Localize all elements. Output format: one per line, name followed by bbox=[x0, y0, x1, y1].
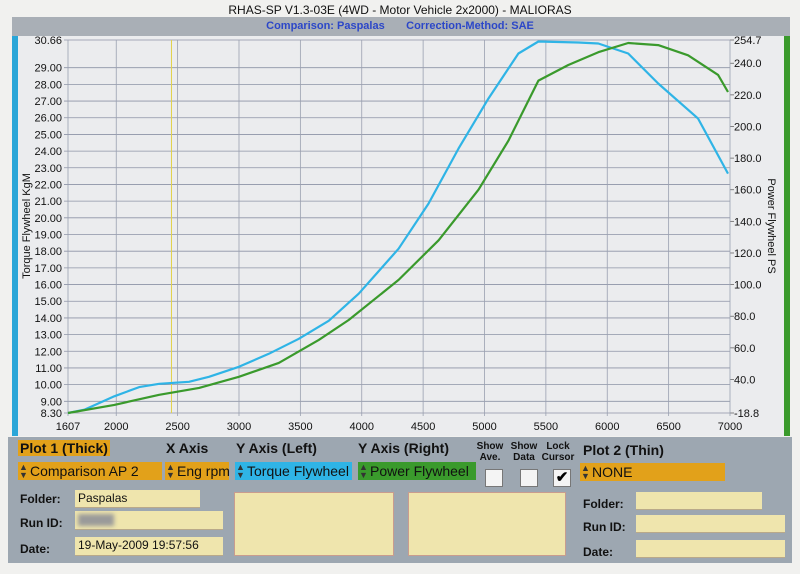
updown-arrows-icon: ▲ ▼ bbox=[359, 462, 368, 480]
x-tick-label: 4500 bbox=[411, 421, 435, 433]
plot1-date-label: Date: bbox=[20, 542, 51, 556]
y-tick-label: 18.00 bbox=[34, 246, 62, 258]
show-ave-checkbox[interactable] bbox=[485, 469, 503, 487]
y2-tick-label: 80.0 bbox=[734, 311, 755, 323]
power-series-line bbox=[67, 41, 729, 415]
plot1-date-field[interactable]: 19-May-2009 19:57:56 bbox=[75, 537, 223, 556]
y2-tick-label: 120.0 bbox=[734, 248, 762, 260]
plot2-runid-field[interactable] bbox=[636, 515, 785, 533]
y2-axis-title: Power Flywheel PS bbox=[765, 178, 777, 273]
y-tick-label: 25.00 bbox=[34, 129, 62, 141]
x-tick-label: 6500 bbox=[656, 421, 680, 433]
y-tick-label: 21.00 bbox=[34, 196, 62, 208]
x-tick-label: 2500 bbox=[165, 421, 189, 433]
x-axis-select[interactable]: ▲ ▼ Eng rpm bbox=[165, 462, 229, 480]
plot2-folder-field[interactable] bbox=[636, 492, 762, 510]
y-axis-right-select-value: Power Flywheel bbox=[370, 463, 469, 479]
y2-tick-label: 220.0 bbox=[734, 90, 762, 102]
y2-tick-label: 240.0 bbox=[734, 58, 762, 70]
y-tick-label: 13.00 bbox=[34, 330, 62, 342]
torque-series-line bbox=[67, 40, 729, 415]
right-axis-info-box bbox=[408, 492, 566, 556]
y-tick-label: 14.00 bbox=[34, 313, 62, 325]
x-tick-label: 1607 bbox=[56, 421, 80, 433]
x-tick-label: 4000 bbox=[350, 421, 374, 433]
plot1-folder-field[interactable]: Paspalas bbox=[75, 490, 200, 508]
y-tick-label: 27.00 bbox=[34, 96, 62, 108]
y2-tick-label: 200.0 bbox=[734, 121, 762, 133]
plot2-folder-label: Folder: bbox=[583, 497, 624, 511]
y2-tick-label: 254.7 bbox=[734, 35, 762, 47]
x-tick-label: 3500 bbox=[288, 421, 312, 433]
y-axis-left-select-value: Torque Flywheel bbox=[247, 463, 349, 479]
y-axis-title: Torque Flywheel KgM bbox=[21, 173, 33, 279]
y-axis-right-heading: Y Axis (Right) bbox=[358, 440, 450, 456]
plot2-select[interactable]: ▲ ▼ NONE bbox=[580, 463, 725, 481]
show-data-label: Show Data bbox=[510, 441, 538, 463]
y-tick-label: 19.00 bbox=[34, 230, 62, 242]
plot2-date-field[interactable] bbox=[636, 540, 785, 558]
updown-arrows-icon: ▲ ▼ bbox=[19, 462, 28, 480]
y2-tick-label: 180.0 bbox=[734, 153, 762, 165]
x-tick-label: 2000 bbox=[104, 421, 128, 433]
y2-tick-label: 40.0 bbox=[734, 374, 755, 386]
plot2-runid-label: Run ID: bbox=[583, 520, 626, 534]
y-tick-label: 28.00 bbox=[34, 79, 62, 91]
y-tick-label: 15.00 bbox=[34, 296, 62, 308]
show-ave-label: Show Ave. bbox=[476, 441, 504, 463]
x-axis-heading: X Axis bbox=[166, 440, 209, 456]
y2-tick-label: 140.0 bbox=[734, 216, 762, 228]
y-tick-label: 24.00 bbox=[34, 146, 62, 158]
y-tick-label: 16.00 bbox=[34, 280, 62, 292]
plot1-heading: Plot 1 (Thick) bbox=[18, 440, 110, 456]
x-tick-label: 3000 bbox=[227, 421, 251, 433]
y2-tick-label: 160.0 bbox=[734, 185, 762, 197]
x-tick-label: 6000 bbox=[595, 421, 619, 433]
y-tick-label: 23.00 bbox=[34, 163, 62, 175]
x-tick-label: 7000 bbox=[718, 421, 742, 433]
y-tick-label: 9.00 bbox=[41, 396, 62, 408]
plot1-folder-label: Folder: bbox=[20, 492, 61, 506]
y-tick-label: 11.00 bbox=[35, 363, 62, 375]
y-tick-label: 10.00 bbox=[34, 380, 62, 392]
plot1-runid-label: Run ID: bbox=[20, 516, 63, 530]
y2-tick-label: -18.8 bbox=[734, 408, 759, 420]
updown-arrows-icon: ▲ ▼ bbox=[581, 463, 590, 481]
plot1-runid-field[interactable] bbox=[75, 511, 223, 530]
plot1-select-value: Comparison AP 2 bbox=[30, 463, 139, 479]
y-tick-label: 8.30 bbox=[41, 408, 62, 420]
lock-cursor-checkbox[interactable]: ✔ bbox=[553, 469, 571, 487]
x-axis-select-value: Eng rpm bbox=[177, 463, 229, 479]
y2-tick-label: 60.0 bbox=[734, 343, 755, 355]
show-data-checkbox[interactable] bbox=[520, 469, 538, 487]
y-tick-label: 17.00 bbox=[34, 263, 62, 275]
plot2-heading: Plot 2 (Thin) bbox=[583, 442, 664, 458]
y-tick-label: 26.00 bbox=[34, 113, 62, 125]
plot1-select[interactable]: ▲ ▼ Comparison AP 2 bbox=[18, 462, 162, 480]
y-axis-right-select[interactable]: ▲ ▼ Power Flywheel bbox=[358, 462, 476, 480]
dyno-chart[interactable]: 30.66 29.00 28.00 27.00 26.00 25.00 24.00 23.00… bbox=[0, 0, 800, 440]
plot2-select-value: NONE bbox=[592, 464, 633, 480]
y-tick-label: 20.00 bbox=[34, 213, 62, 225]
y2-tick-label: 100.0 bbox=[734, 280, 762, 292]
x-tick-label: 5500 bbox=[534, 421, 558, 433]
x-tick-label: 5000 bbox=[472, 421, 496, 433]
plot2-date-label: Date: bbox=[583, 545, 614, 559]
y-tick-label: 29.00 bbox=[34, 63, 62, 75]
updown-arrows-icon: ▲ ▼ bbox=[236, 462, 245, 480]
left-axis-info-box bbox=[234, 492, 394, 556]
y-tick-label: 22.00 bbox=[34, 179, 62, 191]
y-tick-label: 30.66 bbox=[34, 35, 62, 47]
y-tick-label: 12.00 bbox=[34, 346, 62, 358]
lock-cursor-label: Lock Cursor bbox=[541, 441, 575, 463]
y-axis-left-select[interactable]: ▲ ▼ Torque Flywheel bbox=[235, 462, 352, 480]
y-axis-left-heading: Y Axis (Left) bbox=[236, 440, 317, 456]
redacted-run-id bbox=[78, 514, 114, 526]
updown-arrows-icon: ▲ ▼ bbox=[166, 462, 175, 480]
